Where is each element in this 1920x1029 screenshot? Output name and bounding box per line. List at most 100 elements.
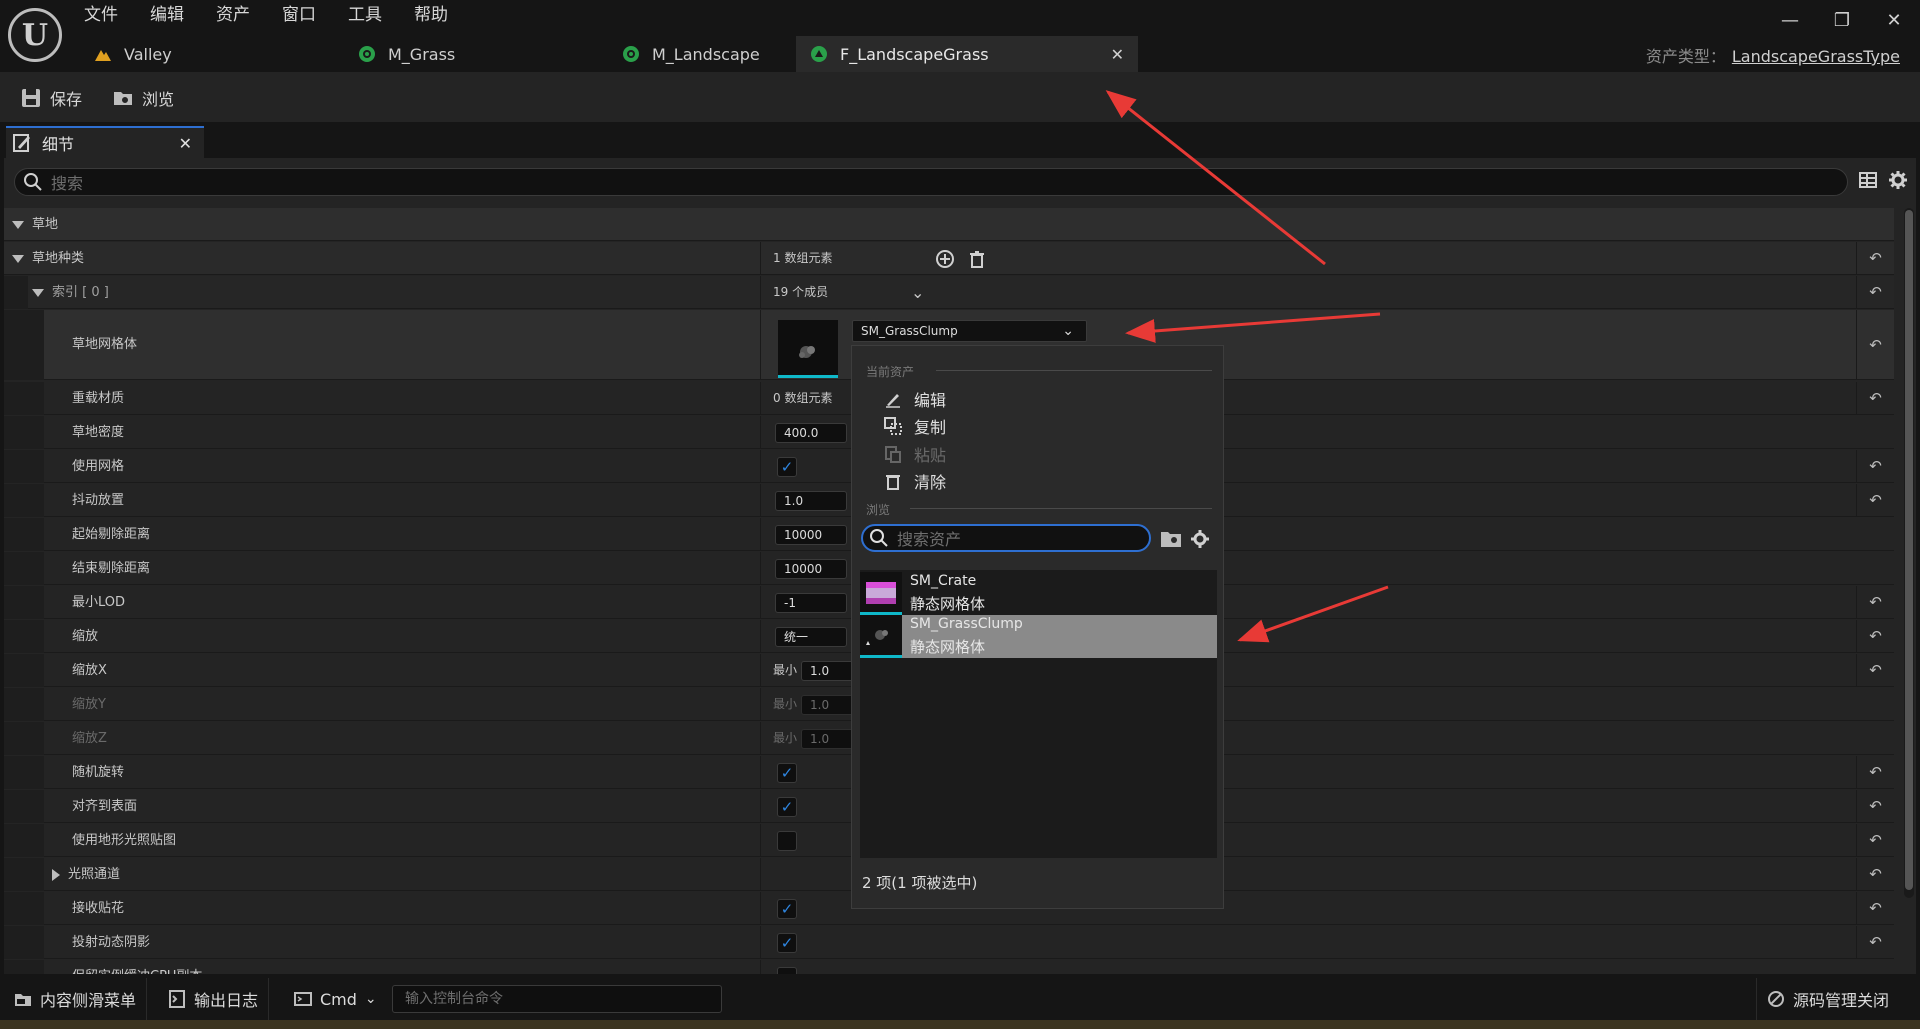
unreal-logo-icon[interactable]: U [8,8,62,62]
reset-icon[interactable]: ↶ [1856,790,1894,823]
keep-cpu-copy-checkbox[interactable] [777,967,797,974]
tab-valley[interactable]: Valley [80,36,186,72]
close-panel-icon[interactable]: ✕ [179,134,192,153]
material-icon [359,46,375,62]
use-grid-checkbox[interactable]: ✓ [777,457,797,477]
mesh-thumbnail[interactable] [778,320,838,378]
row-keep-cpu-copy: 保留实例缓冲CPU副本 [4,960,1894,974]
expand-arrow-icon[interactable] [52,868,60,881]
menu-edit[interactable]: 编辑 [150,4,200,26]
expand-arrow-icon[interactable] [12,254,24,263]
category-grass[interactable]: 草地 [4,208,1894,241]
cast-dynamic-shadow-checkbox[interactable]: ✓ [777,933,797,953]
start-cull-input[interactable]: 10000 [775,525,847,545]
grass-density-input[interactable]: 400.0 [775,423,847,443]
scrollbar-thumb[interactable] [1905,210,1913,890]
reset-icon[interactable]: ↶ [1856,654,1894,687]
browse-folder-icon [114,92,132,105]
menu-asset[interactable]: 资产 [216,4,266,26]
reset-icon[interactable]: ↶ [1856,484,1894,517]
save-button[interactable]: 保存 [20,86,82,110]
menu-help[interactable]: 帮助 [414,4,464,26]
receives-decals-checkbox[interactable]: ✓ [777,899,797,919]
tab-m-grass[interactable]: M_Grass [344,36,469,72]
reset-icon[interactable]: ↶ [1856,892,1894,925]
menu-tools[interactable]: 工具 [348,4,398,26]
source-control-off-icon [1768,991,1784,1007]
row-grass-varieties: 草地种类 1 数组元素 ↶ [4,242,1894,275]
browse-button[interactable]: 浏览 [112,86,174,110]
grass-clump-thumbnail [860,615,902,658]
menu-window[interactable]: 窗口 [282,4,332,26]
scrollbar[interactable] [1904,208,1914,898]
trash-icon [886,475,900,490]
toolbar: 保存 浏览 [0,72,1920,122]
reset-icon[interactable]: ↶ [1856,824,1894,857]
clear-menu-item[interactable]: 清除 [884,469,946,493]
grass-type-icon [811,46,827,62]
asset-search-input[interactable]: 搜索资产 [861,524,1151,552]
align-to-surface-checkbox[interactable]: ✓ [777,797,797,817]
random-rotation-checkbox[interactable]: ✓ [777,763,797,783]
status-bar: 内容侧滑菜单 输出日志 Cmd ⌄ 输入控制台命令 源码管理关闭 [0,978,1920,1020]
tab-m-landscape[interactable]: M_Landscape [608,36,774,72]
tab-f-landscape-grass[interactable]: F_LandscapeGrass ✕ [796,36,1138,72]
reset-icon[interactable]: ↶ [1856,242,1894,275]
end-cull-input[interactable]: 10000 [775,559,847,579]
min-lod-input[interactable]: -1 [775,593,847,613]
asset-picker-popup: 当前资产 编辑 复制 粘贴 清除 浏览 搜索资产 SM_Crate 静态网格体 [851,345,1224,909]
reset-icon[interactable]: ↶ [1856,756,1894,789]
grass-clump-icon [866,630,888,645]
panel-icons [1858,170,1908,190]
grass-clump-preview-icon [799,346,815,358]
close-window-icon[interactable]: ✕ [1868,6,1920,36]
expand-arrow-icon[interactable] [32,288,44,297]
chevron-down-icon: ⌄ [1062,323,1074,339]
reset-icon[interactable]: ↶ [1856,276,1894,309]
reset-icon[interactable]: ↶ [1856,586,1894,619]
cmd-dropdown[interactable]: Cmd ⌄ [284,978,387,1020]
placement-jitter-input[interactable]: 1.0 [775,491,847,511]
title-bar: U 文件 编辑 资产 窗口 工具 帮助 — ❐ ✕ Valley M_Grass… [0,0,1920,72]
chevron-down-icon[interactable]: ⌄ [911,276,924,309]
menu-file[interactable]: 文件 [84,4,134,26]
reset-icon[interactable]: ↶ [1856,858,1894,891]
reset-icon[interactable]: ↶ [1856,926,1894,959]
reset-icon[interactable]: ↶ [1856,382,1894,415]
minimize-icon[interactable]: — [1764,6,1816,36]
folder-filter-icon[interactable] [1160,529,1182,549]
output-log-button[interactable]: 输出日志 [158,978,270,1020]
table-view-icon[interactable] [1858,170,1878,190]
restore-icon[interactable]: ❐ [1816,6,1868,36]
details-tab[interactable]: 细节 ✕ [6,126,204,158]
details-search-input[interactable]: 搜索 [14,168,1848,196]
row-index-0: 索引 [ 0 ] 19 个成员 ⌄ ↶ [4,276,1894,309]
pencil-icon [886,394,900,408]
copy-menu-item[interactable]: 复制 [884,414,946,438]
grass-mesh-combo[interactable]: SM_GrassClump ⌄ [852,320,1087,342]
gear-icon[interactable] [1190,529,1210,549]
edit-menu-item[interactable]: 编辑 [884,387,946,411]
add-element-icon[interactable] [935,249,955,269]
trash-icon[interactable] [967,249,987,269]
gear-icon[interactable] [1888,170,1908,190]
content-drawer-button[interactable]: 内容侧滑菜单 [4,978,148,1020]
close-tab-icon[interactable]: ✕ [1111,45,1124,64]
chevron-down-icon: ⌄ [364,991,377,1007]
source-control-button[interactable]: 源码管理关闭 [1756,978,1899,1020]
list-item-sm-crate[interactable]: SM_Crate 静态网格体 [860,572,1217,615]
window-controls: — ❐ ✕ [1764,6,1920,36]
console-input[interactable]: 输入控制台命令 [392,985,722,1013]
list-item-sm-grassclump[interactable]: SM_GrassClump 静态网格体 [860,615,1217,658]
asset-count: 2 项(1 项被选中) [862,874,978,892]
reset-icon[interactable]: ↶ [1856,450,1894,483]
landscape-icon [95,50,111,61]
asset-list: SM_Crate 静态网格体 SM_GrassClump 静态网格体 [860,570,1217,858]
use-landscape-lightmap-checkbox[interactable] [777,831,797,851]
reset-icon[interactable]: ↶ [1856,620,1894,653]
save-icon [22,89,40,107]
scaling-dropdown[interactable]: 统一 [775,627,847,647]
expand-arrow-icon[interactable] [12,220,24,229]
reset-icon[interactable]: ↶ [1856,310,1894,380]
asset-type-link[interactable]: LandscapeGrassType [1732,47,1900,66]
